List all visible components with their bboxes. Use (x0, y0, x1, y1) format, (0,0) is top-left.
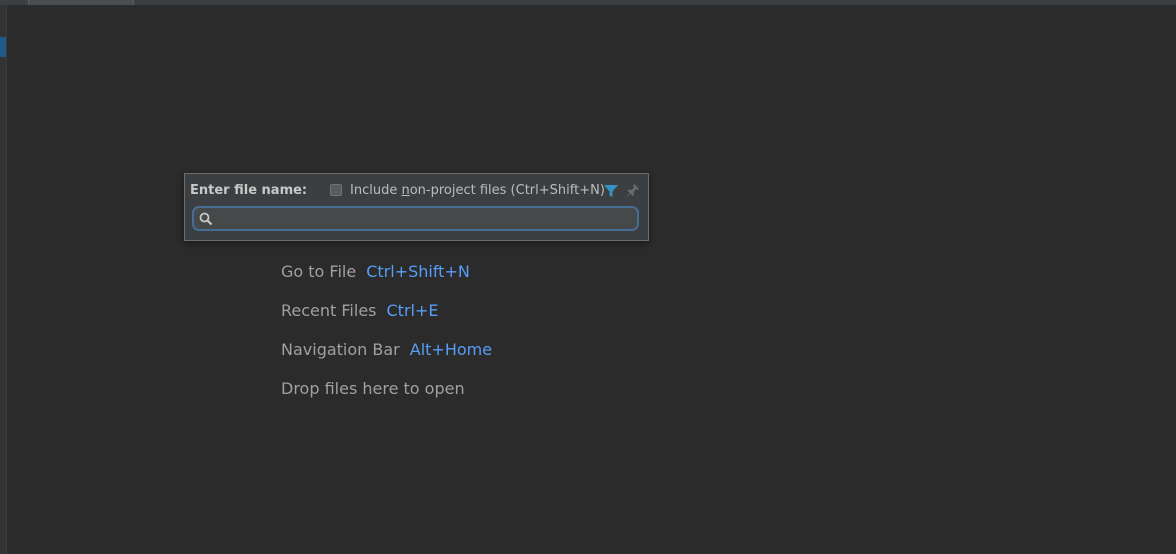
include-non-project-label[interactable]: Include non-project files (Ctrl+Shift+N) (350, 182, 605, 200)
mnemonic-char: n (401, 183, 410, 198)
hint-label: Recent Files (281, 301, 377, 320)
left-tool-gutter (0, 5, 7, 554)
search-input[interactable] (218, 209, 628, 228)
hint-recent-files: Recent Files Ctrl+E (281, 300, 438, 322)
hint-label: Go to File (281, 262, 357, 281)
search-icon (199, 212, 213, 226)
hint-label: Drop files here to open (281, 379, 465, 398)
hint-drop-files: Drop files here to open (281, 378, 465, 400)
popup-header: Enter file name: Include non-project fil… (190, 182, 642, 200)
editor-empty-area (7, 5, 1176, 554)
hint-go-to-file: Go to File Ctrl+Shift+N (281, 261, 470, 283)
hint-label: Navigation Bar (281, 340, 400, 359)
tool-window-stripe-button[interactable] (0, 37, 6, 57)
pin-icon[interactable] (626, 183, 640, 199)
label-part: on-project files (Ctrl+Shift+N) (409, 183, 605, 198)
hint-shortcut: Ctrl+Shift+N (366, 262, 470, 281)
goto-file-popup: Enter file name: Include non-project fil… (184, 173, 649, 241)
hint-navigation-bar: Navigation Bar Alt+Home (281, 339, 492, 361)
hint-shortcut: Ctrl+E (386, 301, 439, 320)
hint-shortcut: Alt+Home (409, 340, 493, 359)
popup-title: Enter file name: (190, 183, 308, 198)
filter-icon[interactable] (603, 183, 619, 199)
file-name-search-field[interactable] (192, 206, 639, 231)
include-non-project-checkbox[interactable] (330, 184, 342, 196)
label-part: Include (350, 183, 402, 198)
